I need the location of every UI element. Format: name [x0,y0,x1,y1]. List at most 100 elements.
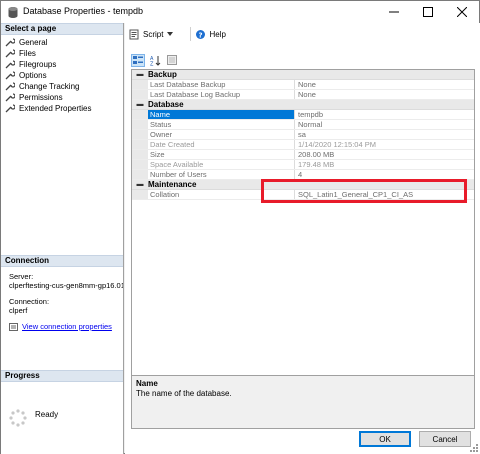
page-item-label: Files [19,48,36,58]
cancel-button[interactable]: Cancel [419,431,471,447]
right-pane: Script ? Help AZ ▬ Backup Last Database … [125,23,480,454]
row-gutter [132,170,148,179]
category-database[interactable]: ▬ Database [132,100,474,110]
property-name: Name [148,110,295,119]
property-row[interactable]: Date Created 1/14/2020 12:15:04 PM [132,140,474,150]
property-value: 179.48 MB [298,160,335,169]
view-connection-properties-text: View connection properties [22,322,112,331]
svg-text:?: ? [199,31,203,39]
category-label: Maintenance [148,180,197,189]
left-pane: Select a page General Files Filegroups O… [1,23,124,454]
property-name: Owner [148,130,295,139]
property-value: tempdb [298,110,324,119]
wrench-icon [5,104,15,113]
property-value: 1/14/2020 12:15:04 PM [298,140,376,149]
help-icon: ? [196,29,206,39]
wrench-icon [5,82,15,91]
collapse-icon[interactable]: ▬ [132,101,148,108]
window-title: Database Properties - tempdb [23,6,144,16]
page-item-general[interactable]: General [5,37,123,48]
progress-spinner-icon [9,409,27,427]
page-item-filegroups[interactable]: Filegroups [5,59,123,70]
collapse-icon[interactable]: ▬ [132,181,148,188]
size-highlight-annotation [261,179,467,203]
ok-button[interactable]: OK [359,431,411,447]
property-grid: ▬ Backup Last Database Backup None Last … [131,69,475,389]
page-item-options[interactable]: Options [5,70,123,81]
category-label: Backup [148,70,177,79]
close-button[interactable] [445,1,479,23]
category-backup[interactable]: ▬ Backup [132,70,474,80]
properties-icon [9,323,18,332]
property-value: Normal [298,120,323,129]
wrench-icon [5,60,15,69]
toolbar: Script ? Help [125,23,480,45]
help-button[interactable]: ? Help [195,29,226,40]
sort-az-icon: AZ [150,55,160,66]
property-value: sa [298,130,306,139]
row-gutter [132,150,148,159]
property-row-name-selected[interactable]: Name tempdb [132,110,474,120]
title-bar: Database Properties - tempdb [1,1,479,23]
grid-tools: AZ [131,53,182,67]
row-gutter [132,120,148,129]
row-gutter [132,90,148,99]
select-page-header: Select a page [1,23,123,35]
progress-header: Progress [1,370,123,382]
property-row[interactable]: Owner sa [132,130,474,140]
page-item-label: Permissions [19,92,63,102]
database-icon [8,7,18,18]
page-item-files[interactable]: Files [5,48,123,59]
property-row[interactable]: Last Database Backup None [132,80,474,90]
category-label: Database [148,100,184,109]
row-gutter [132,160,148,169]
page-item-label: Change Tracking [19,81,80,91]
script-button[interactable]: Script [129,29,176,40]
help-label: Help [209,29,226,39]
description-panel: Name The name of the database. [131,375,475,429]
property-row[interactable]: Last Database Log Backup None [132,90,474,100]
svg-text:Z: Z [150,61,154,66]
categorized-button[interactable] [131,53,145,67]
minimize-icon [389,11,399,13]
property-row[interactable]: Status Normal [132,120,474,130]
categorized-icon [133,56,143,64]
row-gutter [132,80,148,89]
toolbar-divider [190,27,192,41]
database-properties-window: Database Properties - tempdb Select a pa… [0,0,480,454]
page-item-label: Options [19,70,47,80]
property-row-size[interactable]: Size 208.00 MB [132,150,474,160]
collapse-icon[interactable]: ▬ [132,71,148,78]
row-gutter [132,140,148,149]
property-name: Last Database Log Backup [148,90,295,99]
page-item-label: Extended Properties [19,103,92,113]
wrench-icon [5,38,15,47]
property-name: Date Created [148,140,295,149]
property-name: Size [148,150,295,159]
server-value: clperftesting-cus-gen8mm-gp16.01 [9,281,123,290]
page-item-change-tracking[interactable]: Change Tracking [5,81,123,92]
page-item-permissions[interactable]: Permissions [5,92,123,103]
resize-grip-icon[interactable] [468,442,478,452]
connection-header: Connection [1,255,123,267]
property-pages-button[interactable] [165,54,179,67]
page-item-extended-properties[interactable]: Extended Properties [5,103,123,114]
description-text: The name of the database. [136,389,232,398]
description-title: Name [136,379,158,388]
connection-value: clperf [9,306,28,315]
progress-status: Ready [35,410,59,419]
connection-label: Connection: [9,297,50,306]
page-list: General Files Filegroups Options Change … [5,37,123,114]
minimize-button[interactable] [377,1,411,23]
maximize-button[interactable] [411,1,445,23]
row-gutter [132,110,148,119]
property-row[interactable]: Space Available 179.48 MB [132,160,474,170]
close-icon [457,7,467,17]
property-pages-icon [167,55,177,65]
alphabetical-button[interactable]: AZ [148,54,162,67]
property-value: 208.00 MB [298,150,335,159]
view-connection-properties-link[interactable]: View connection properties [9,322,112,332]
wrench-icon [5,71,15,80]
wrench-icon [5,49,15,58]
chevron-down-icon [167,32,174,36]
